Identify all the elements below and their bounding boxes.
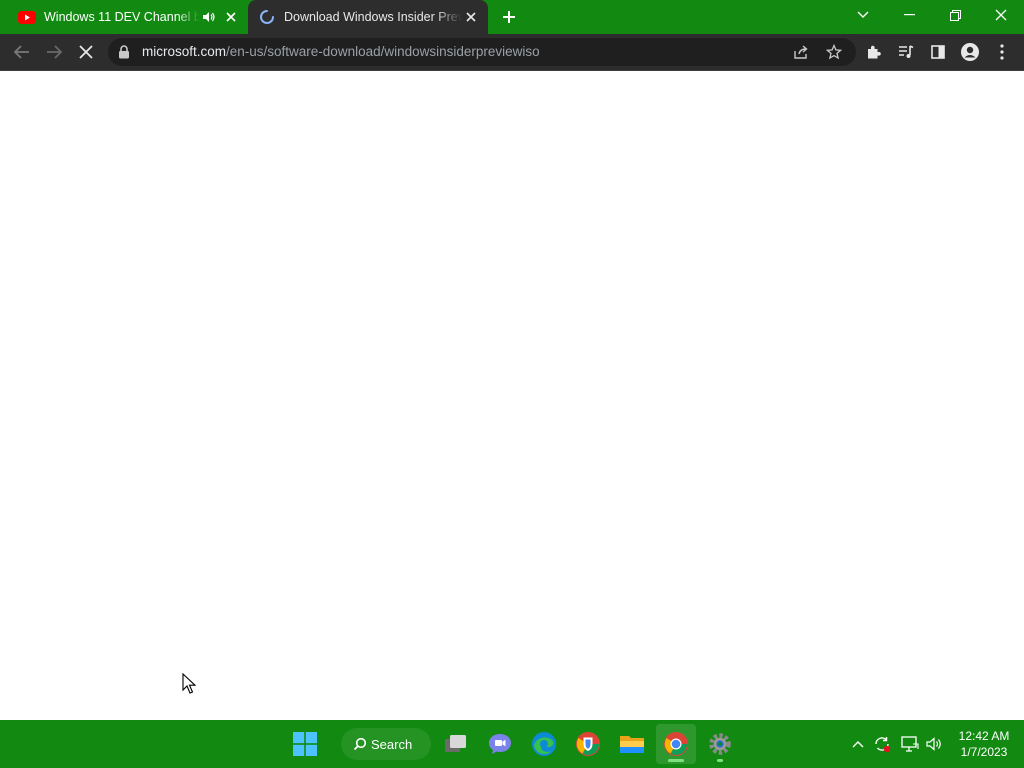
tab-search-button[interactable] [840,0,886,30]
stop-icon [79,45,93,59]
plus-icon [503,11,515,23]
url-path: /en-us/software-download/windowsinsiderp… [226,44,540,59]
volume-icon [926,737,941,751]
task-view-icon [445,735,466,752]
sync-alert-icon [875,737,891,753]
taskbar: Search 12:42 AM 1/7/2023 [0,720,1024,768]
back-button[interactable] [7,37,37,67]
show-hidden-icons-button[interactable] [846,730,870,758]
running-indicator [668,759,684,762]
close-window-button[interactable] [978,0,1024,30]
browser-security-button[interactable] [568,724,608,764]
arrow-right-icon [47,45,62,59]
close-icon [995,9,1007,21]
running-indicator [717,759,723,762]
teams-chat-icon [489,734,511,754]
taskbar-search-button[interactable]: Search [341,728,431,760]
sync-status-button[interactable] [870,730,894,758]
network-button[interactable] [898,730,922,758]
profile-button[interactable] [955,37,985,67]
restore-button[interactable] [932,0,978,30]
media-controls-button[interactable] [891,37,921,67]
url-host: microsoft.com [142,44,227,59]
chrome-button[interactable] [656,724,696,764]
screen: Windows 11 DEV Channel build Download Wi… [0,0,1024,768]
tab-strip: Windows 11 DEV Channel build Download Wi… [0,0,1024,34]
page-content[interactable] [0,71,1024,720]
lock-icon[interactable] [118,45,132,59]
file-explorer-icon [620,736,644,753]
forward-button[interactable] [39,37,69,67]
clock[interactable]: 12:42 AM 1/7/2023 [948,728,1020,760]
tab-title: Download Windows Insider Preview [284,10,462,24]
chevron-down-icon [857,11,869,18]
start-button[interactable] [285,724,325,764]
new-tab-button[interactable] [497,5,521,29]
menu-button[interactable] [987,37,1017,67]
side-panel-icon [931,45,945,59]
settings-button[interactable] [700,724,740,764]
chevron-up-icon [852,741,864,748]
address-bar[interactable]: microsoft.com/en-us/software-download/wi… [108,38,856,66]
profile-avatar-icon [961,43,979,61]
clock-time: 12:42 AM [958,729,1010,743]
bookmark-button[interactable] [820,38,848,66]
side-panel-button[interactable] [923,37,953,67]
speaker-icon[interactable] [200,8,218,26]
close-tab-icon[interactable] [462,8,480,26]
tab-title: Windows 11 DEV Channel build [44,10,200,24]
share-button[interactable] [788,38,816,66]
mouse-cursor-icon [182,672,197,695]
volume-button[interactable] [923,730,947,758]
windows-start-icon [293,732,317,756]
minimize-icon [903,14,915,16]
tab-youtube[interactable]: Windows 11 DEV Channel build [8,0,248,34]
media-queue-icon [899,45,914,58]
settings-icon [709,733,731,755]
more-vertical-icon [1000,44,1004,60]
network-icon [901,736,919,752]
star-icon [826,44,842,60]
chrome-security-icon [576,732,600,756]
file-explorer-button[interactable] [612,724,652,764]
task-view-button[interactable] [436,724,476,764]
url-text[interactable]: microsoft.com/en-us/software-download/wi… [142,44,540,59]
tab-windows-insider[interactable]: Download Windows Insider Preview [248,0,488,34]
loading-spinner-icon [258,8,276,26]
puzzle-icon [868,45,881,59]
search-icon [353,737,367,751]
close-tab-icon[interactable] [222,8,240,26]
minimize-button[interactable] [886,0,932,30]
edge-icon [532,732,556,756]
chat-button[interactable] [480,724,520,764]
share-icon [794,45,808,59]
youtube-icon [18,8,36,26]
extensions-button[interactable] [859,37,889,67]
search-label: Search [371,736,413,752]
chrome-icon [664,732,688,756]
arrow-left-icon [14,45,29,59]
restore-icon [949,9,961,21]
clock-date: 1/7/2023 [960,745,1008,759]
browser-toolbar: microsoft.com/en-us/software-download/wi… [0,34,1024,71]
edge-button[interactable] [524,724,564,764]
stop-loading-button[interactable] [71,37,101,67]
